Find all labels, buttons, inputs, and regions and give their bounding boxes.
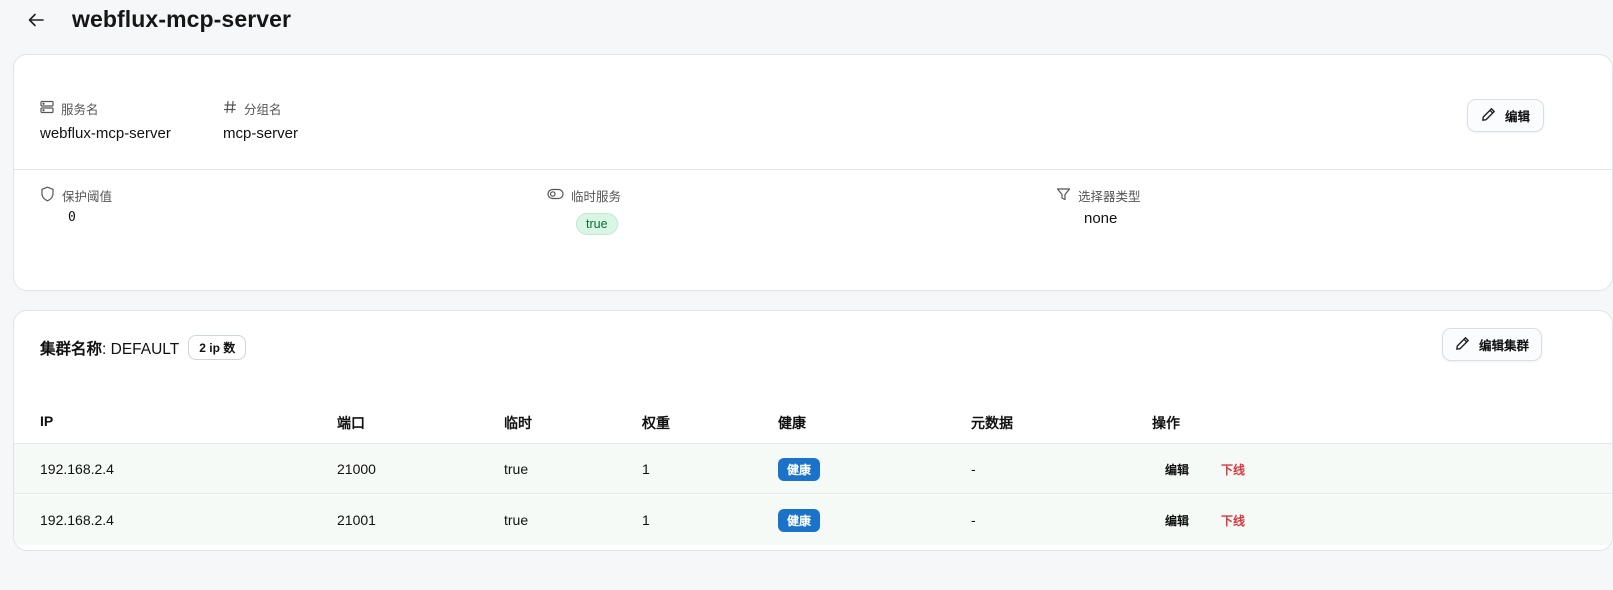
offline-instance-button[interactable]: 下线 — [1221, 512, 1245, 529]
cell-ip: 192.168.2.4 — [40, 461, 114, 477]
service-name-label: 服务名 — [61, 103, 99, 117]
page-title: webflux-mcp-server — [72, 6, 292, 32]
cell-weight: 1 — [642, 461, 650, 477]
cell-metadata: - — [971, 461, 976, 477]
ip-count-badge: 2 ip 数 — [188, 335, 247, 360]
selector-type-value: none — [1084, 210, 1118, 227]
cell-metadata: - — [971, 512, 976, 528]
back-arrow-icon[interactable] — [26, 10, 46, 30]
edit-cluster-label: 编辑集群 — [1479, 339, 1530, 353]
cell-actions: 编辑 下线 — [1165, 444, 1245, 494]
protect-threshold-label: 保护阈值 — [62, 190, 113, 204]
cluster-title-prefix: 集群名称 — [40, 340, 103, 358]
health-badge: 健康 — [778, 508, 821, 532]
edit-instance-button[interactable]: 编辑 — [1165, 512, 1189, 529]
cell-health: 健康 — [778, 444, 821, 494]
cell-weight: 1 — [642, 512, 650, 528]
column-header-ephemeral: 临时 — [504, 415, 532, 431]
offline-instance-button[interactable]: 下线 — [1221, 461, 1245, 478]
protect-threshold-field: 保护阈值 0 — [40, 186, 112, 225]
ephemeral-service-field: 临时服务 true — [547, 186, 621, 235]
shield-icon — [40, 186, 55, 205]
column-header-ip: IP — [40, 413, 54, 429]
edit-cluster-button[interactable]: 编辑集群 — [1442, 328, 1543, 361]
cluster-card: 集群名称: DEFAULT 2 ip 数 编辑集群 IP 端口 临时 权重 健康… — [13, 310, 1613, 551]
table-row: 192.168.2.4 21001 true 1 健康 - 编辑 下线 — [14, 495, 1612, 545]
pencil-icon — [1455, 336, 1470, 354]
group-name-value: mcp-server — [223, 125, 299, 142]
cluster-title: 集群名称: DEFAULT 2 ip 数 — [40, 335, 247, 360]
protect-threshold-value: 0 — [68, 210, 76, 225]
server-icon — [40, 100, 54, 117]
column-header-actions: 操作 — [1152, 415, 1180, 431]
ephemeral-status-badge: true — [576, 213, 618, 235]
cell-ephemeral: true — [504, 461, 529, 477]
service-name-field: 服务名 webflux-mcp-server — [40, 99, 171, 142]
edit-instance-button[interactable]: 编辑 — [1165, 461, 1189, 478]
filter-icon — [1056, 187, 1071, 205]
cell-port: 21001 — [337, 512, 376, 528]
cluster-name: : DEFAULT — [102, 340, 180, 358]
service-detail-page: webflux-mcp-server 服务名 webflux-mcp-serve… — [0, 0, 1613, 590]
selector-type-field: 选择器类型 none — [1056, 186, 1141, 227]
column-header-health: 健康 — [778, 415, 806, 431]
group-name-label: 分组名 — [244, 103, 282, 117]
cell-ip: 192.168.2.4 — [40, 512, 114, 528]
column-header-weight: 权重 — [642, 415, 670, 431]
toggle-icon — [547, 188, 564, 203]
edit-service-button[interactable]: 编辑 — [1467, 99, 1545, 132]
column-header-metadata: 元数据 — [971, 415, 1013, 431]
group-name-field: 分组名 mcp-server — [223, 99, 298, 142]
service-name-value: webflux-mcp-server — [40, 125, 171, 142]
cell-health: 健康 — [778, 495, 821, 545]
ephemeral-service-label: 临时服务 — [571, 190, 622, 204]
edit-service-label: 编辑 — [1505, 110, 1531, 124]
selector-type-label: 选择器类型 — [1078, 190, 1141, 204]
cell-port: 21000 — [337, 461, 376, 477]
service-info-card: 服务名 webflux-mcp-server 分组名 mcp-server 编辑… — [13, 54, 1613, 291]
cell-ephemeral: true — [504, 512, 529, 528]
column-header-port: 端口 — [337, 415, 365, 431]
table-row: 192.168.2.4 21000 true 1 健康 - 编辑 下线 — [14, 444, 1612, 494]
pencil-icon — [1481, 107, 1496, 125]
health-badge: 健康 — [778, 457, 821, 481]
hash-icon — [223, 100, 237, 117]
divider — [14, 169, 1612, 170]
cell-actions: 编辑 下线 — [1165, 495, 1245, 545]
